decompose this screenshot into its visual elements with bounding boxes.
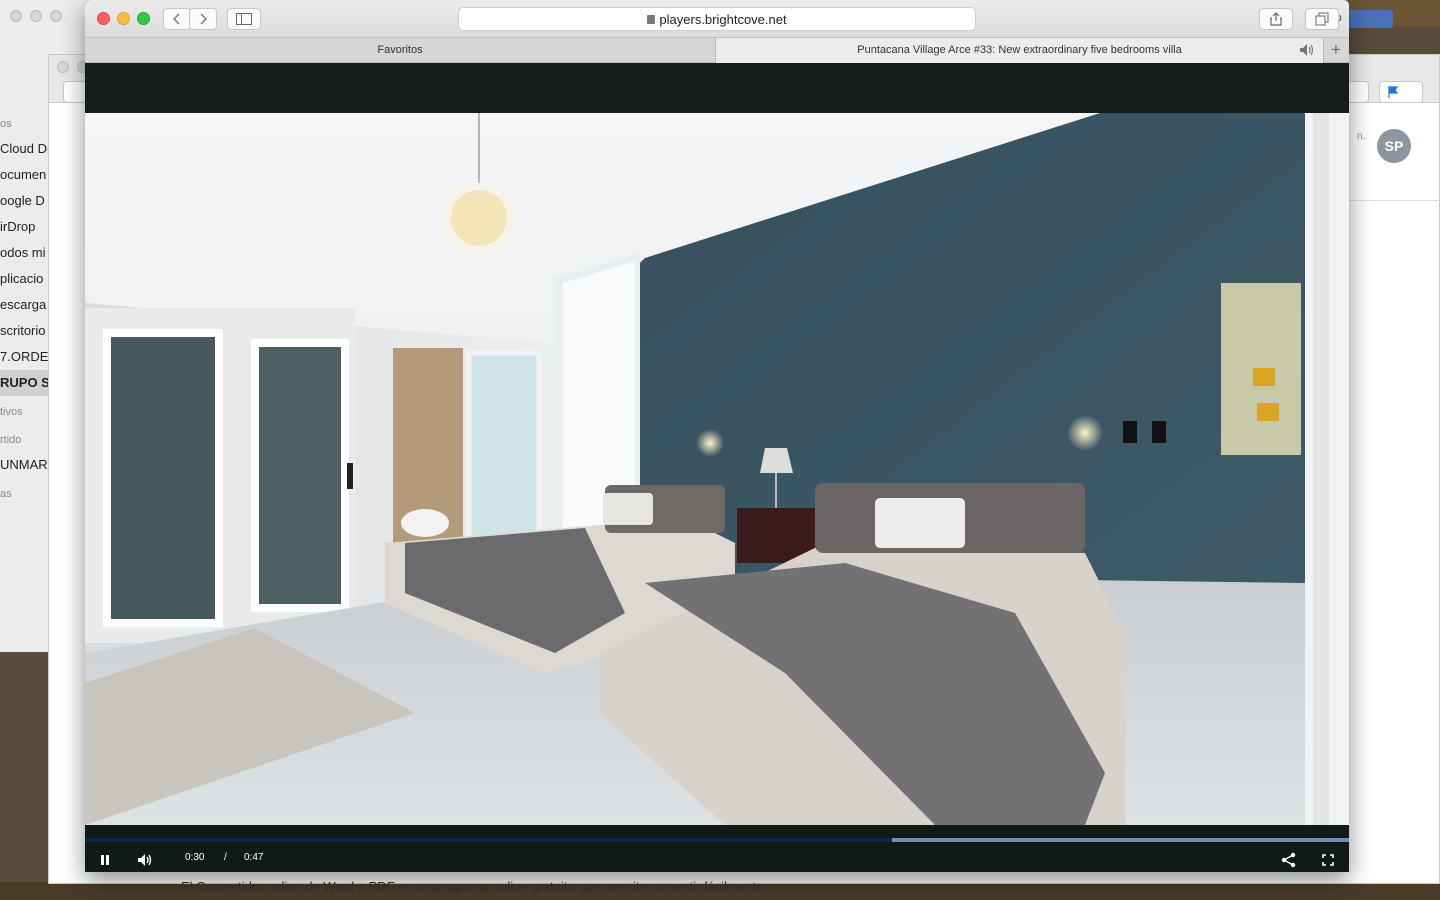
- avatar[interactable]: SP: [1377, 129, 1411, 163]
- volume-icon[interactable]: [137, 853, 153, 867]
- address-text: players.brightcove.net: [659, 12, 787, 27]
- flag-button[interactable]: [1379, 81, 1423, 103]
- back-button[interactable]: [163, 8, 191, 30]
- bedroom-video-image: [85, 113, 1349, 825]
- sidebar-icon: [236, 13, 252, 25]
- sidebar-button[interactable]: [227, 8, 261, 30]
- zoom-light[interactable]: [137, 12, 150, 25]
- title-bar: players.brightcove.net ↻: [85, 0, 1349, 38]
- tabs-overview-button[interactable]: [1305, 8, 1339, 30]
- minimize-light[interactable]: [117, 12, 130, 25]
- close-light[interactable]: [97, 12, 110, 25]
- tabs-overview-icon: [1315, 12, 1329, 26]
- video-frame[interactable]: [85, 113, 1349, 825]
- chevron-right-icon: [200, 13, 208, 25]
- player-controls: 0:30 / 0:47: [85, 825, 1349, 872]
- share-icon: [1270, 12, 1282, 26]
- share-icon[interactable]: [1281, 852, 1297, 868]
- lock-icon: [647, 15, 656, 24]
- fullscreen-icon[interactable]: [1322, 854, 1334, 866]
- current-time: 0:30: [185, 852, 205, 863]
- mail-side-text: n.: [1357, 131, 1366, 142]
- safari-window: players.brightcove.net ↻ Favoritos Punta…: [85, 0, 1349, 872]
- progress-bar[interactable]: [85, 838, 1349, 842]
- mail-body-text: El Convertidor online de Word a PDF es u…: [181, 879, 764, 894]
- flag-icon: [1388, 86, 1398, 98]
- forward-button[interactable]: [189, 8, 217, 30]
- address-bar[interactable]: players.brightcove.net ↻: [458, 7, 1343, 31]
- new-tab-button[interactable]: +: [1323, 38, 1349, 63]
- progress-fill: [85, 838, 892, 842]
- share-button[interactable]: [1259, 8, 1293, 30]
- pause-icon[interactable]: [99, 854, 111, 866]
- tab-bar: Favoritos Puntacana Village Arce #33: Ne…: [85, 38, 1349, 63]
- tab-active-video[interactable]: Puntacana Village Arce #33: New extraord…: [716, 38, 1324, 63]
- video-letterbox: [85, 63, 1349, 113]
- mail-close-light[interactable]: [57, 61, 69, 73]
- time-separator: /: [224, 852, 227, 863]
- finder-close-light[interactable]: [10, 10, 22, 22]
- mail-divider: [1349, 200, 1440, 201]
- tab-favoritos[interactable]: Favoritos: [85, 38, 716, 63]
- video-player[interactable]: 0:30 / 0:47: [85, 63, 1349, 872]
- finder-minimize-light[interactable]: [30, 10, 42, 22]
- finder-zoom-light[interactable]: [50, 10, 62, 22]
- background-app-chip: [1345, 10, 1393, 28]
- tab-speaker-icon[interactable]: [1299, 43, 1315, 57]
- trash-icon[interactable]: [63, 81, 87, 103]
- chevron-left-icon: [172, 13, 180, 25]
- duration: 0:47: [244, 852, 264, 863]
